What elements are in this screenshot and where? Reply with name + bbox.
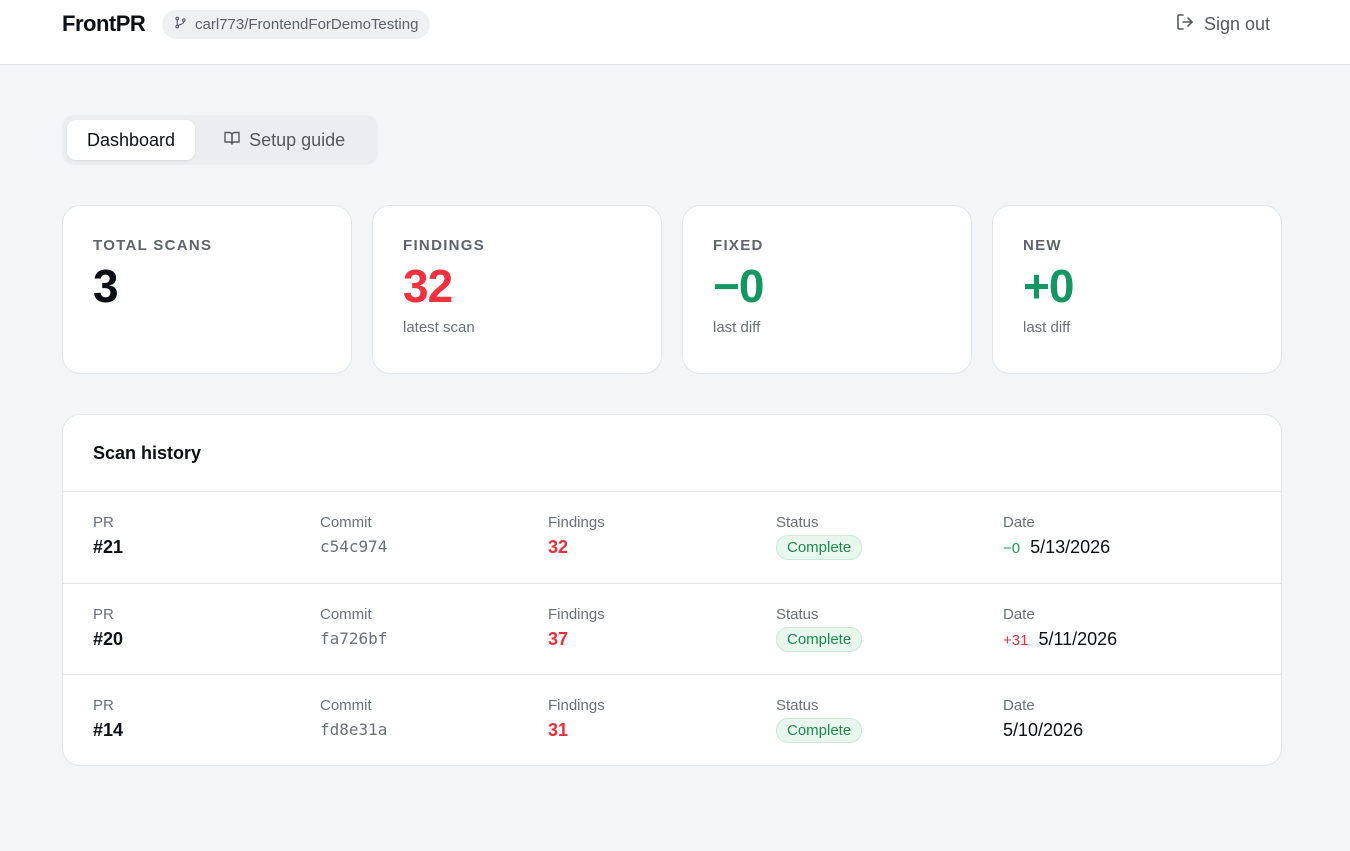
commit-hash: fd8e31a	[320, 720, 388, 739]
stat-label: TOTAL SCANS	[93, 237, 213, 254]
sign-out-button[interactable]: Sign out	[1175, 12, 1270, 37]
tab-dashboard[interactable]: Dashboard	[67, 120, 196, 160]
stat-value: −0	[713, 260, 764, 312]
findings-label: Findings	[548, 605, 605, 623]
git-branch-icon	[174, 16, 187, 33]
findings-count: 31	[548, 720, 569, 740]
date-label: Date	[1003, 514, 1035, 531]
diff-delta: −0	[1003, 540, 1021, 557]
status-badge: Complete	[776, 535, 863, 560]
scan-date: 5/11/2026	[1038, 628, 1118, 649]
top-bar: FrontPR carl773/FrontendForDemoTesting S…	[0, 0, 1350, 65]
stat-sub: last diff	[1023, 319, 1071, 336]
stat-label: FINDINGS	[403, 237, 486, 254]
stat-label: NEW	[1023, 237, 1062, 254]
table-row[interactable]: PR #20 Commit fa726bf Findings 37 Status Com…	[63, 584, 1281, 675]
repo-name: carl773/FrontendForDemoTesting	[195, 16, 419, 33]
brand-logo[interactable]: FrontPR	[62, 11, 146, 37]
pr-number[interactable]: #20	[93, 629, 123, 650]
pr-label: PR	[93, 697, 114, 714]
pr-label: PR	[93, 514, 114, 531]
commit-hash: c54c974	[320, 537, 388, 556]
findings-count: 37	[548, 628, 569, 649]
table-row[interactable]: PR #21 Commit c54c974 Findings 32 Status Com…	[63, 492, 1281, 584]
stat-value: 32	[403, 260, 453, 312]
view-tabs: Dashboard Setup guide	[62, 115, 378, 165]
tab-setup-guide-label: Setup guide	[249, 129, 346, 150]
stat-value: +0	[1023, 260, 1074, 312]
findings-count: 32	[548, 537, 569, 557]
date-label: Date	[1003, 697, 1035, 714]
status-label: Status	[776, 697, 819, 714]
scan-history-title: Scan history	[63, 415, 1281, 492]
stat-card-fixed: FIXED −0 last diff	[682, 205, 972, 374]
findings-label: Findings	[548, 514, 605, 531]
tab-setup-guide[interactable]: Setup guide	[203, 120, 365, 160]
sign-out-icon	[1175, 12, 1195, 37]
stat-sub: latest scan	[403, 319, 475, 336]
date-label: Date	[1003, 605, 1035, 623]
status-label: Status	[776, 605, 819, 623]
stat-value: 3	[93, 260, 119, 312]
commit-label: Commit	[320, 605, 372, 623]
scan-date: 5/10/2026	[1003, 720, 1084, 740]
sign-out-label: Sign out	[1203, 14, 1270, 34]
stat-label: FIXED	[713, 237, 764, 254]
diff-delta: +31	[1003, 631, 1029, 649]
commit-hash: fa726bf	[320, 628, 388, 648]
findings-label: Findings	[548, 697, 605, 714]
stat-card-total-scans: TOTAL SCANS 3	[62, 205, 352, 374]
pr-number[interactable]: #14	[93, 720, 123, 741]
status-badge: Complete	[776, 626, 863, 652]
stat-sub: last diff	[713, 319, 761, 336]
book-icon	[223, 129, 241, 152]
repo-chip[interactable]: carl773/FrontendForDemoTesting	[162, 10, 431, 39]
table-row[interactable]: PR #14 Commit fd8e31a Findings 31 Status Com…	[63, 675, 1281, 765]
status-label: Status	[776, 514, 819, 531]
scan-history-panel: Scan history PR #21 Commit c54c974 Finding…	[62, 414, 1282, 766]
scan-date: 5/13/2026	[1030, 537, 1111, 557]
stat-card-findings: FINDINGS 32 latest scan	[372, 205, 662, 374]
stat-card-new: NEW +0 last diff	[992, 205, 1282, 374]
pr-label: PR	[93, 605, 114, 623]
status-badge: Complete	[776, 718, 863, 743]
tab-dashboard-label: Dashboard	[87, 129, 176, 150]
commit-label: Commit	[320, 697, 372, 714]
commit-label: Commit	[320, 514, 372, 531]
pr-number[interactable]: #21	[93, 537, 123, 558]
